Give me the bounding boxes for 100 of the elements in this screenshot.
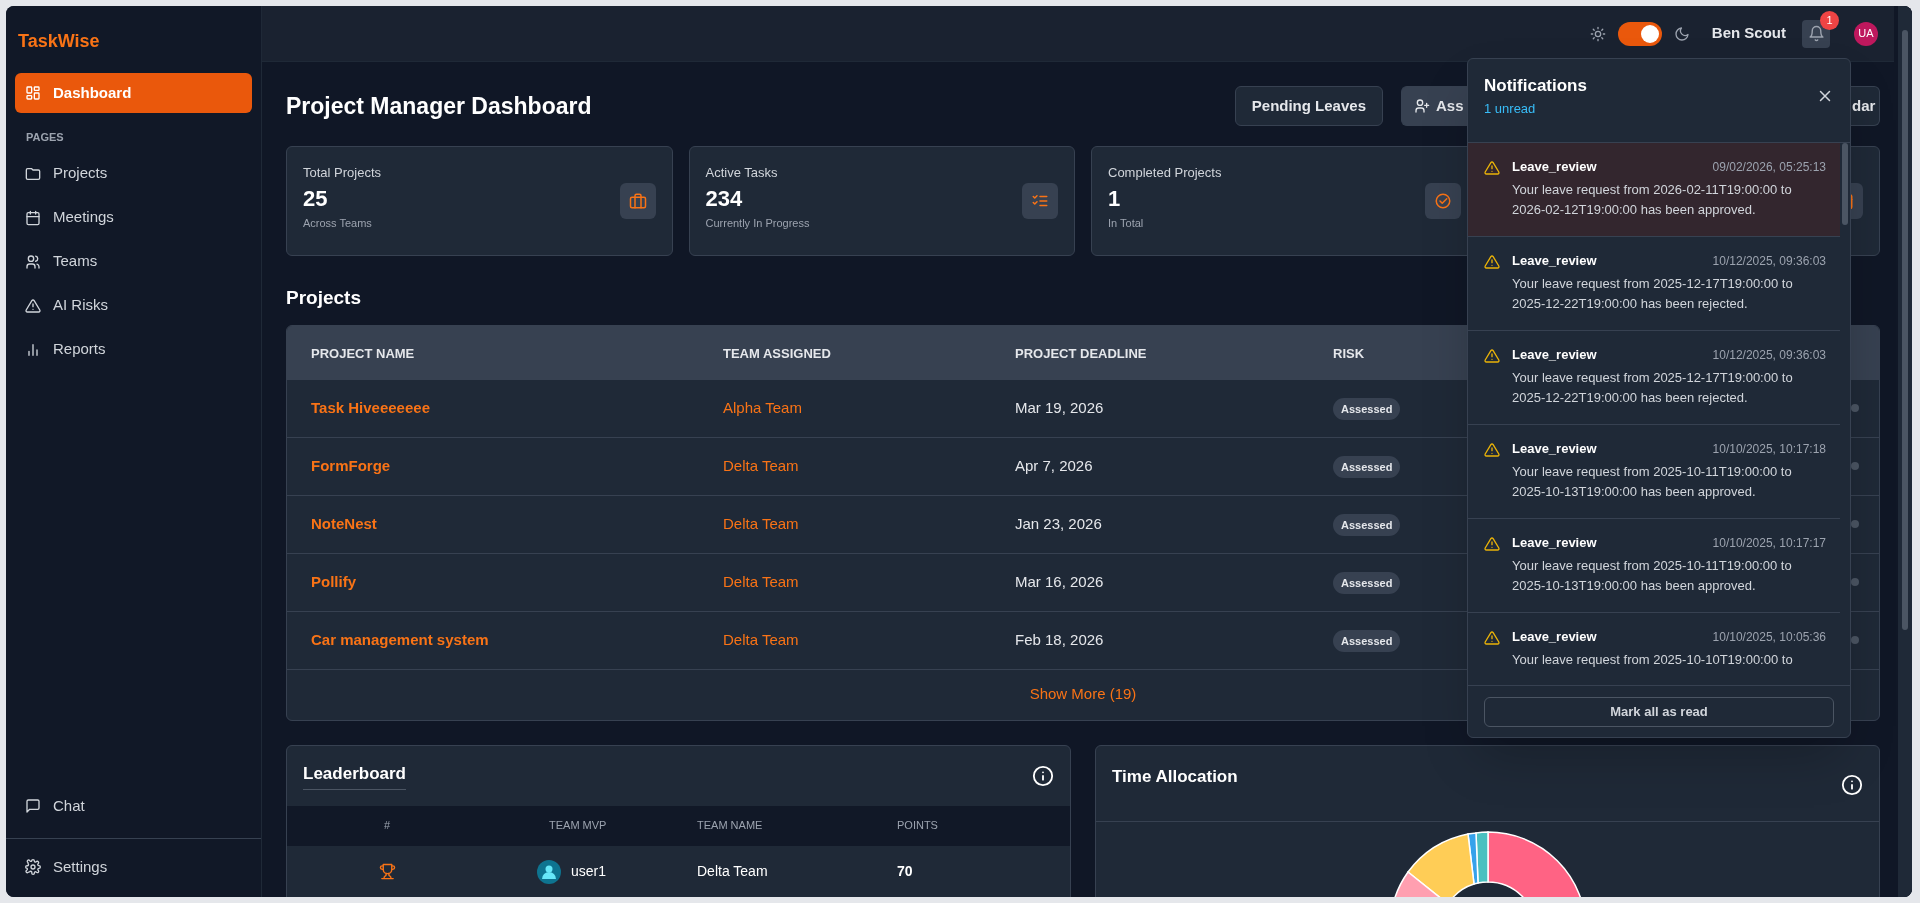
section-title: Projects — [286, 286, 361, 310]
notification-time: 10/10/2025, 10:17:17 — [1712, 534, 1826, 552]
column-header: PROJECT DEADLINE — [1015, 345, 1147, 361]
table-cell-text: Mar 19, 2026 — [1015, 397, 1105, 418]
user-avatar[interactable]: UA — [1854, 21, 1878, 46]
column-header: TEAM ASSIGNED — [723, 345, 831, 361]
section-label: PAGES — [25, 130, 65, 145]
sidebar-item[interactable]: Teams — [15, 241, 252, 282]
table-cell-text: Feb 18, 2026 — [1015, 629, 1105, 650]
stat-value: 234 — [705, 184, 744, 213]
theme-toggle[interactable] — [1617, 21, 1662, 46]
card-title: Time Allocation — [1112, 765, 1238, 788]
warning-icon — [1484, 254, 1500, 270]
sidebar-item[interactable]: AI Risks — [15, 285, 252, 326]
toolbar-button[interactable]: Ass — [1401, 86, 1467, 126]
notification-type: Leave_review — [1512, 628, 1597, 646]
user-plus-icon — [1414, 98, 1430, 114]
sun-icon — [1589, 25, 1606, 42]
sidebar-item[interactable]: Reports — [15, 329, 252, 370]
table-cell-text: Mar 16, 2026 — [1015, 571, 1105, 592]
sidebar-item[interactable]: Chat — [15, 786, 252, 826]
warning-icon — [1484, 630, 1500, 646]
notification-message: Your leave request from 2026-02-11T19:00:00 to 2026-02-12T19:00:00 has been approved. — [1512, 180, 1793, 219]
column-header: TEAM MVP — [549, 818, 607, 834]
brand-logo: TaskWise — [17, 30, 101, 53]
team-link[interactable]: Delta Team — [723, 515, 799, 532]
bar-chart-icon — [25, 341, 41, 358]
info-icon — [1032, 764, 1054, 787]
notification-type: Leave_review — [1512, 534, 1597, 552]
column-header: RISK — [1333, 345, 1365, 361]
notification-time: 10/10/2025, 10:17:18 — [1712, 440, 1826, 458]
risk-badge: Assessed — [1333, 513, 1401, 537]
stat-caption: Currently In Progress — [705, 215, 810, 231]
stat-value: 1 — [1108, 184, 1122, 213]
notification-item[interactable]: Leave_review 09/02/2026, 05:25:13 Your leave request from 2026-02-11T19:00:00 to 2026-02-12T19:00:00 has been approved. — [1468, 143, 1840, 237]
risk-badge: Assessed — [1333, 397, 1401, 421]
risk-badge: Assessed — [1333, 571, 1401, 595]
team-link[interactable]: Delta Team — [723, 573, 799, 590]
sidebar-item[interactable]: Meetings — [15, 197, 252, 238]
notification-message: Your leave request from 2025-10-11T19:00:00 to 2025-10-13T19:00:00 has been approved. — [1512, 556, 1793, 595]
project-link[interactable]: Pollify — [311, 573, 356, 590]
notification-message: Your leave request from 2025-12-17T19:00:00 to 2025-12-22T19:00:00 has been rejected. — [1512, 274, 1794, 313]
unread-count: 1 unread — [1484, 99, 1537, 118]
notification-message: Your leave request from 2025-12-17T19:00:00 to 2025-12-22T19:00:00 has been rejected. — [1512, 368, 1794, 407]
stat-label: Active Tasks — [705, 164, 779, 182]
column-header: TEAM NAME — [697, 818, 763, 834]
risk-badge: Assessed — [1333, 629, 1401, 653]
project-link[interactable]: FormForge — [311, 457, 391, 474]
toolbar-button[interactable]: dar — [1851, 86, 1880, 126]
page-title: Project Manager Dashboard — [286, 91, 592, 121]
risk-badge: Assessed — [1333, 455, 1401, 479]
mark-all-read-button[interactable]: Mark all as read — [1484, 696, 1834, 727]
team-link[interactable]: Delta Team — [723, 457, 799, 474]
sidebar-item[interactable]: Settings — [15, 847, 252, 887]
pending-leaves-button[interactable]: Pending Leaves — [1234, 86, 1383, 126]
notification-type: Leave_review — [1512, 440, 1597, 458]
scrollbar-thumb[interactable] — [1842, 143, 1848, 225]
info-icon — [1841, 773, 1863, 796]
stat-caption: Across Teams — [303, 215, 373, 231]
team-link[interactable]: Delta Team — [723, 631, 799, 648]
sidebar-item[interactable]: Projects — [15, 153, 252, 194]
column-header: PROJECT NAME — [311, 345, 415, 361]
briefcase-icon — [628, 192, 647, 210]
grid-icon — [25, 85, 41, 101]
check-circle-icon — [1433, 192, 1452, 210]
bell-icon — [1807, 25, 1825, 42]
table-cell-text: Apr 7, 2026 — [1015, 455, 1094, 476]
notification-item[interactable]: Leave_review 10/12/2025, 09:36:03 Your leave request from 2025-12-17T19:00:00 to 2025-12-22T19:00:00 has been rejected. — [1468, 331, 1840, 425]
calendar-icon — [25, 209, 41, 226]
column-header: POINTS — [897, 818, 938, 834]
user-name: Ben Scout — [1711, 23, 1786, 44]
notification-type: Leave_review — [1512, 346, 1597, 364]
team-link[interactable]: Alpha Team — [723, 399, 802, 416]
notification-item[interactable]: Leave_review 10/10/2025, 10:17:17 Your leave request from 2025-10-11T19:00:00 to 2025-10-13T19:00:00 has been approved. — [1468, 519, 1840, 613]
stat-value: 25 — [303, 184, 329, 213]
table-cell-text: 70 — [897, 862, 914, 881]
notification-item[interactable]: Leave_review 10/12/2025, 09:36:03 Your leave request from 2025-12-17T19:00:00 to 2025-12-22T19:00:00 has been rejected. — [1468, 237, 1840, 331]
stat-label: Completed Projects — [1108, 164, 1222, 182]
notification-item[interactable]: Leave_review 10/10/2025, 10:17:18 Your leave request from 2025-10-11T19:00:00 to 2025-10-13T19:00:00 has been approved. — [1468, 425, 1840, 519]
moon-icon — [1673, 25, 1690, 42]
show-more-button[interactable]: Show More (19) — [1029, 683, 1137, 706]
warning-icon — [1484, 348, 1500, 364]
project-link[interactable]: Task Hiveeeeeee — [311, 399, 430, 416]
project-link[interactable]: NoteNest — [311, 515, 377, 532]
users-icon — [25, 253, 41, 270]
sidebar-item[interactable]: Dashboard — [15, 73, 252, 113]
table-cell-text: Delta Team — [697, 862, 769, 881]
table-cell-text: Jan 23, 2026 — [1015, 513, 1103, 534]
notification-time: 09/02/2026, 05:25:13 — [1712, 158, 1826, 176]
column-header: # — [383, 818, 391, 834]
chat-bubble-icon — [25, 798, 41, 814]
notification-type: Leave_review — [1512, 158, 1597, 176]
warning-icon — [25, 297, 41, 314]
folder-icon — [25, 165, 41, 182]
panel-title: Notifications — [1484, 75, 1587, 97]
warning-icon — [1484, 536, 1500, 552]
notification-time: 10/12/2025, 09:36:03 — [1712, 252, 1826, 270]
notification-message: Your leave request from 2025-10-10T19:00:00 to — [1512, 650, 1794, 669]
notification-count-badge: 1 — [1820, 10, 1839, 30]
project-link[interactable]: Car management system — [311, 631, 489, 648]
